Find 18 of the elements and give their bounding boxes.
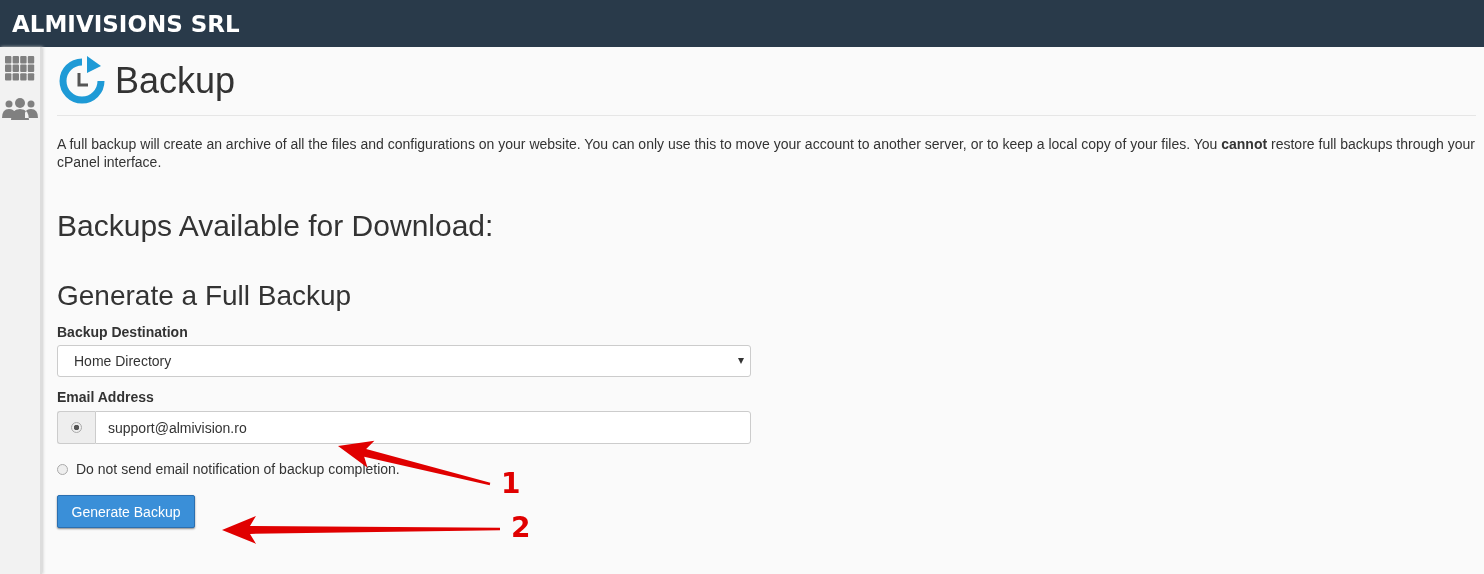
field-label: Backup Destination — [57, 324, 189, 340]
radio-button[interactable] — [71, 422, 82, 433]
section-heading: Backups Available for Download: — [57, 209, 495, 243]
radio-button[interactable] — [57, 463, 68, 475]
destination-select[interactable]: Home Directory — [57, 345, 751, 377]
caret-icon — [738, 358, 744, 364]
grid-icon[interactable] — [5, 56, 35, 82]
page-title: Backup — [115, 60, 236, 102]
radio-label: Do not send email notification of backup completion. — [76, 461, 400, 477]
section-heading: Generate a Full Backup — [57, 280, 353, 312]
site-title: ALMIVISIONS SRL — [12, 10, 240, 37]
description-text: A full backup will create an archive of all the files and configurations on your website. You can only use this to move your account to another server, or to keep a local copy of your files. You cannot restore full backups through your cPanel interface. — [57, 135, 1476, 171]
users-icon[interactable] — [2, 98, 38, 120]
backup-clock-icon — [57, 56, 107, 106]
annotation-number: 1 — [501, 468, 521, 500]
annotation-number: 2 — [511, 512, 531, 544]
field-label: Email Address — [57, 389, 155, 405]
email-input-field[interactable]: support@almivision.ro — [95, 411, 751, 444]
